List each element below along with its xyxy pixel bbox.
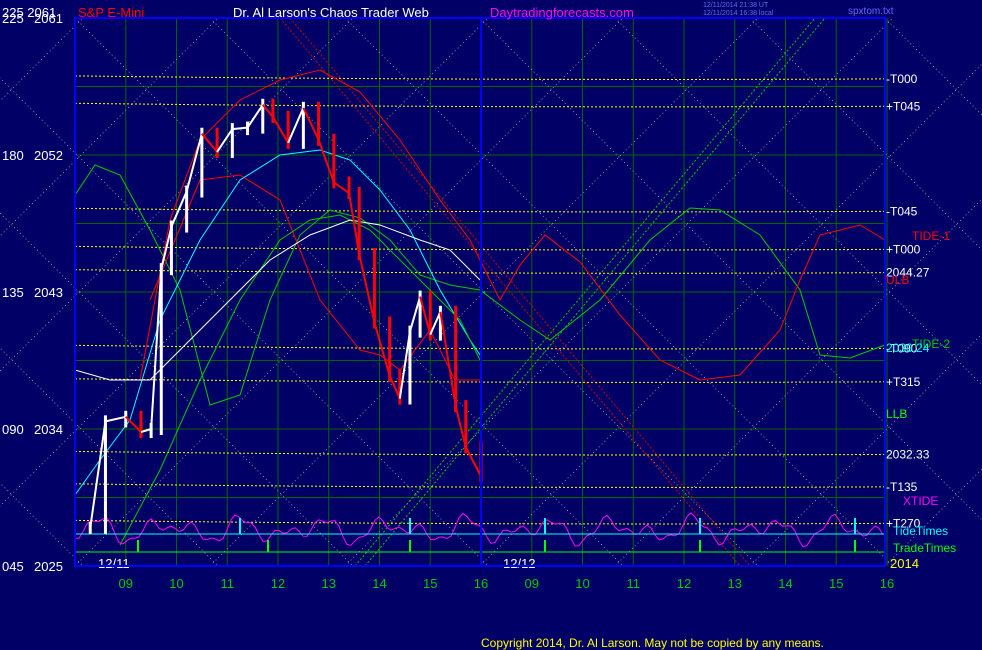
x-tick-hour: 14	[372, 576, 386, 591]
y-tick-outer: 135	[2, 285, 24, 300]
price-segment	[246, 104, 264, 129]
chart-subtitle: Dr. Al Larson's Chaos Trader Web	[233, 5, 429, 20]
y-tick-price: 2025	[34, 559, 63, 574]
axis-labels: 225 2061180 2052135 2043090 2034045 202509 10 1…	[2, 11, 956, 591]
year-label: 2014	[890, 556, 919, 571]
left-top-tick: 225 2061	[2, 5, 56, 20]
chart: 225 2061180 2052135 2043090 2034045 202509 10 1…	[0, 2, 982, 650]
price-segment	[317, 139, 335, 183]
price-segment	[464, 446, 482, 477]
level-label: -T045	[886, 204, 918, 218]
instrument-title: S&P E-Mini	[78, 5, 144, 20]
y-tick-outer: 090	[2, 422, 24, 437]
level-label: +T000	[886, 242, 921, 256]
price-segment	[408, 296, 422, 332]
price-segment	[429, 311, 442, 336]
x-tick-hour: 12	[677, 576, 691, 591]
price-segment	[201, 133, 218, 153]
price-segment	[216, 128, 234, 153]
price-segment	[419, 296, 432, 335]
x-tick-hour: 13	[728, 576, 742, 591]
price-segment	[333, 181, 350, 194]
price-segment	[302, 107, 320, 141]
timestamp-local: 12/11/2014 16:38 local	[703, 10, 774, 17]
x-tick-hour: 10	[169, 576, 183, 591]
price-segment	[287, 107, 305, 144]
x-tick-hour: 11	[221, 576, 235, 591]
level-label: +T315	[886, 375, 921, 389]
level-label: -T000	[886, 72, 918, 86]
x-tick-hour: 09	[525, 576, 539, 591]
annotation-label: TideTimes	[893, 524, 948, 538]
x-tick-hour: 11	[627, 576, 641, 591]
price-segment	[89, 421, 107, 529]
day-label: 12/12	[503, 556, 536, 571]
y-tick-price: 2043	[34, 285, 63, 300]
x-tick-hour: 14	[778, 576, 792, 591]
price-segment	[125, 416, 142, 433]
price-segment	[439, 311, 457, 407]
annotation-label: TradeTimes	[893, 541, 956, 555]
website-link[interactable]: Daytradingforecasts.com	[490, 5, 634, 20]
y-tick-price: 2034	[34, 422, 63, 437]
timestamp-ut: 12/11/2014 21:38 UT	[703, 2, 769, 9]
price-bars	[88, 98, 483, 534]
price-segment	[262, 104, 274, 118]
price-segment	[232, 126, 248, 131]
price-segment	[105, 415, 126, 423]
upper-band	[139, 69, 886, 381]
annotation-label: ULB	[886, 273, 909, 287]
x-tick-hour: 16	[474, 576, 488, 591]
level-label: -T135	[886, 480, 918, 494]
price-segment	[358, 253, 376, 323]
x-tick-hour: 15	[829, 576, 843, 591]
slow-average	[119, 214, 481, 546]
data-filename: spxtom.txt	[848, 6, 894, 17]
price-segment	[373, 322, 391, 376]
annotation-label: 2039.24	[886, 341, 930, 355]
price-segment	[398, 331, 411, 399]
x-tick-hour: 15	[423, 576, 437, 591]
x-tick-hour: 16	[880, 576, 894, 591]
price-segment	[272, 116, 290, 144]
price-segment	[388, 375, 401, 399]
level-label: 2032.33	[886, 447, 930, 461]
annotation-label: TIDE-1	[912, 229, 950, 243]
y-tick-price: 2052	[34, 148, 63, 163]
price-segment	[454, 405, 467, 448]
x-tick-hour: 09	[119, 576, 133, 591]
day-label: 12/11	[98, 556, 130, 571]
xtide-wave	[74, 512, 884, 548]
copyright-notice: Copyright 2014, Dr. Al Larson. May not b…	[481, 636, 824, 650]
x-tick-hour: 13	[322, 576, 336, 591]
x-tick-hour: 12	[271, 576, 285, 591]
y-tick-outer: 180	[2, 148, 24, 163]
price-segment	[185, 133, 203, 192]
annotation-label: LLB	[886, 407, 907, 421]
annotation-label: XTIDE	[903, 494, 938, 508]
level-label: +T045	[886, 99, 921, 113]
y-tick-outer: 045	[2, 559, 24, 574]
x-tick-hour: 10	[575, 576, 589, 591]
